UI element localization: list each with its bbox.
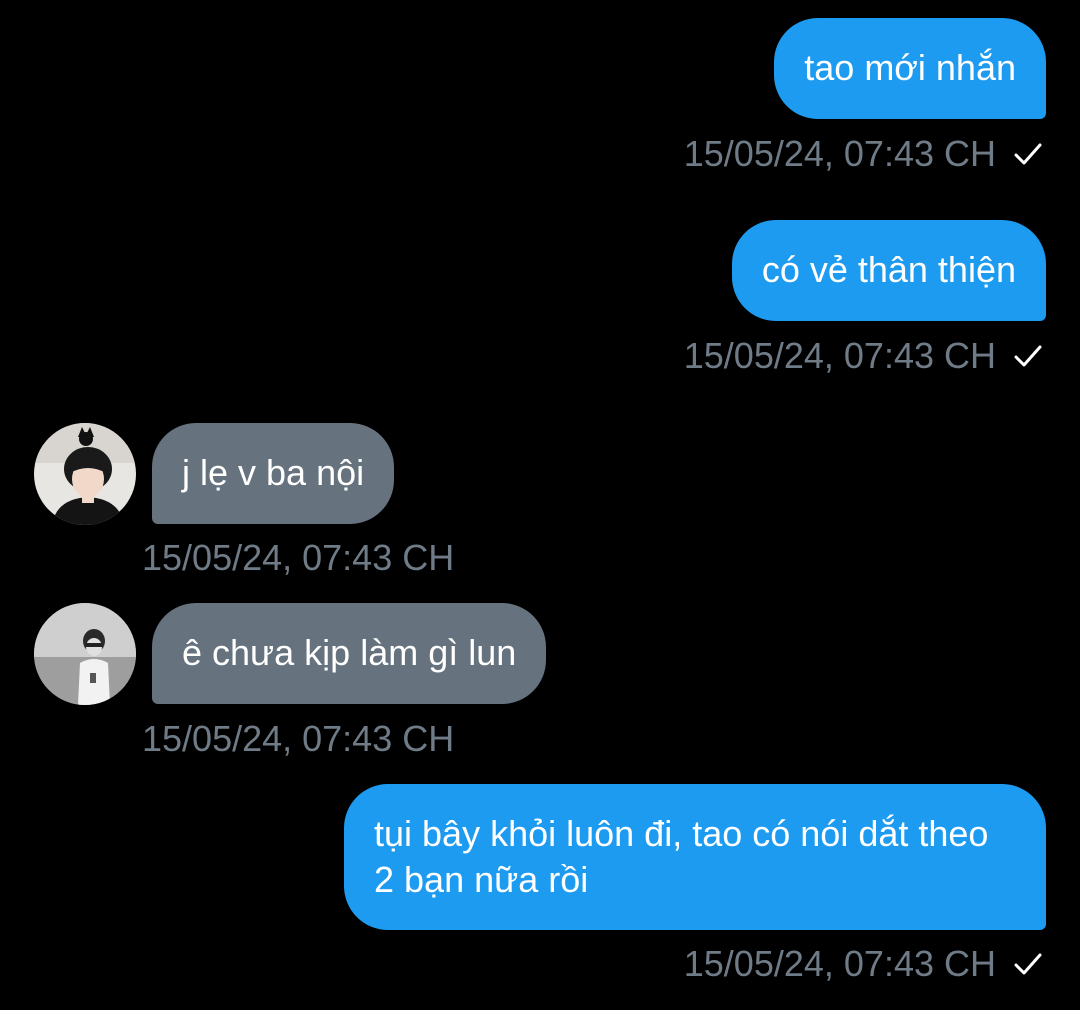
message-meta: 15/05/24, 07:43 CH xyxy=(684,134,1044,174)
avatar[interactable] xyxy=(34,423,136,525)
avatar-photo xyxy=(34,603,136,705)
check-icon xyxy=(1014,953,1042,975)
avatar-photo xyxy=(34,423,136,525)
check-icon xyxy=(1014,143,1042,165)
check-icon xyxy=(1014,345,1042,367)
message-timestamp: 15/05/24, 07:43 CH xyxy=(683,133,996,174)
avatar[interactable] xyxy=(34,603,136,705)
message-timestamp: 15/05/24, 07:43 CH xyxy=(142,537,455,578)
message-bubble-received[interactable]: j lẹ v ba nội xyxy=(152,423,395,524)
message-timestamp: 15/05/24, 07:43 CH xyxy=(683,335,996,376)
message-meta: 15/05/24, 07:43 CH xyxy=(684,944,1044,984)
message-bubble-received[interactable]: ê chưa kịp làm gì lun xyxy=(152,603,547,704)
message-bubble-sent[interactable]: có vẻ thân thiện xyxy=(731,220,1046,321)
message-meta: 15/05/24, 07:43 CH xyxy=(684,336,1044,376)
message-bubble-sent[interactable]: tao mới nhắn xyxy=(774,18,1046,119)
message-timestamp: 15/05/24, 07:43 CH xyxy=(683,943,996,984)
message-bubble-sent[interactable]: tụi bây khỏi luôn đi, tao có nói dắt the… xyxy=(344,784,1046,930)
message-timestamp: 15/05/24, 07:43 CH xyxy=(142,718,455,759)
